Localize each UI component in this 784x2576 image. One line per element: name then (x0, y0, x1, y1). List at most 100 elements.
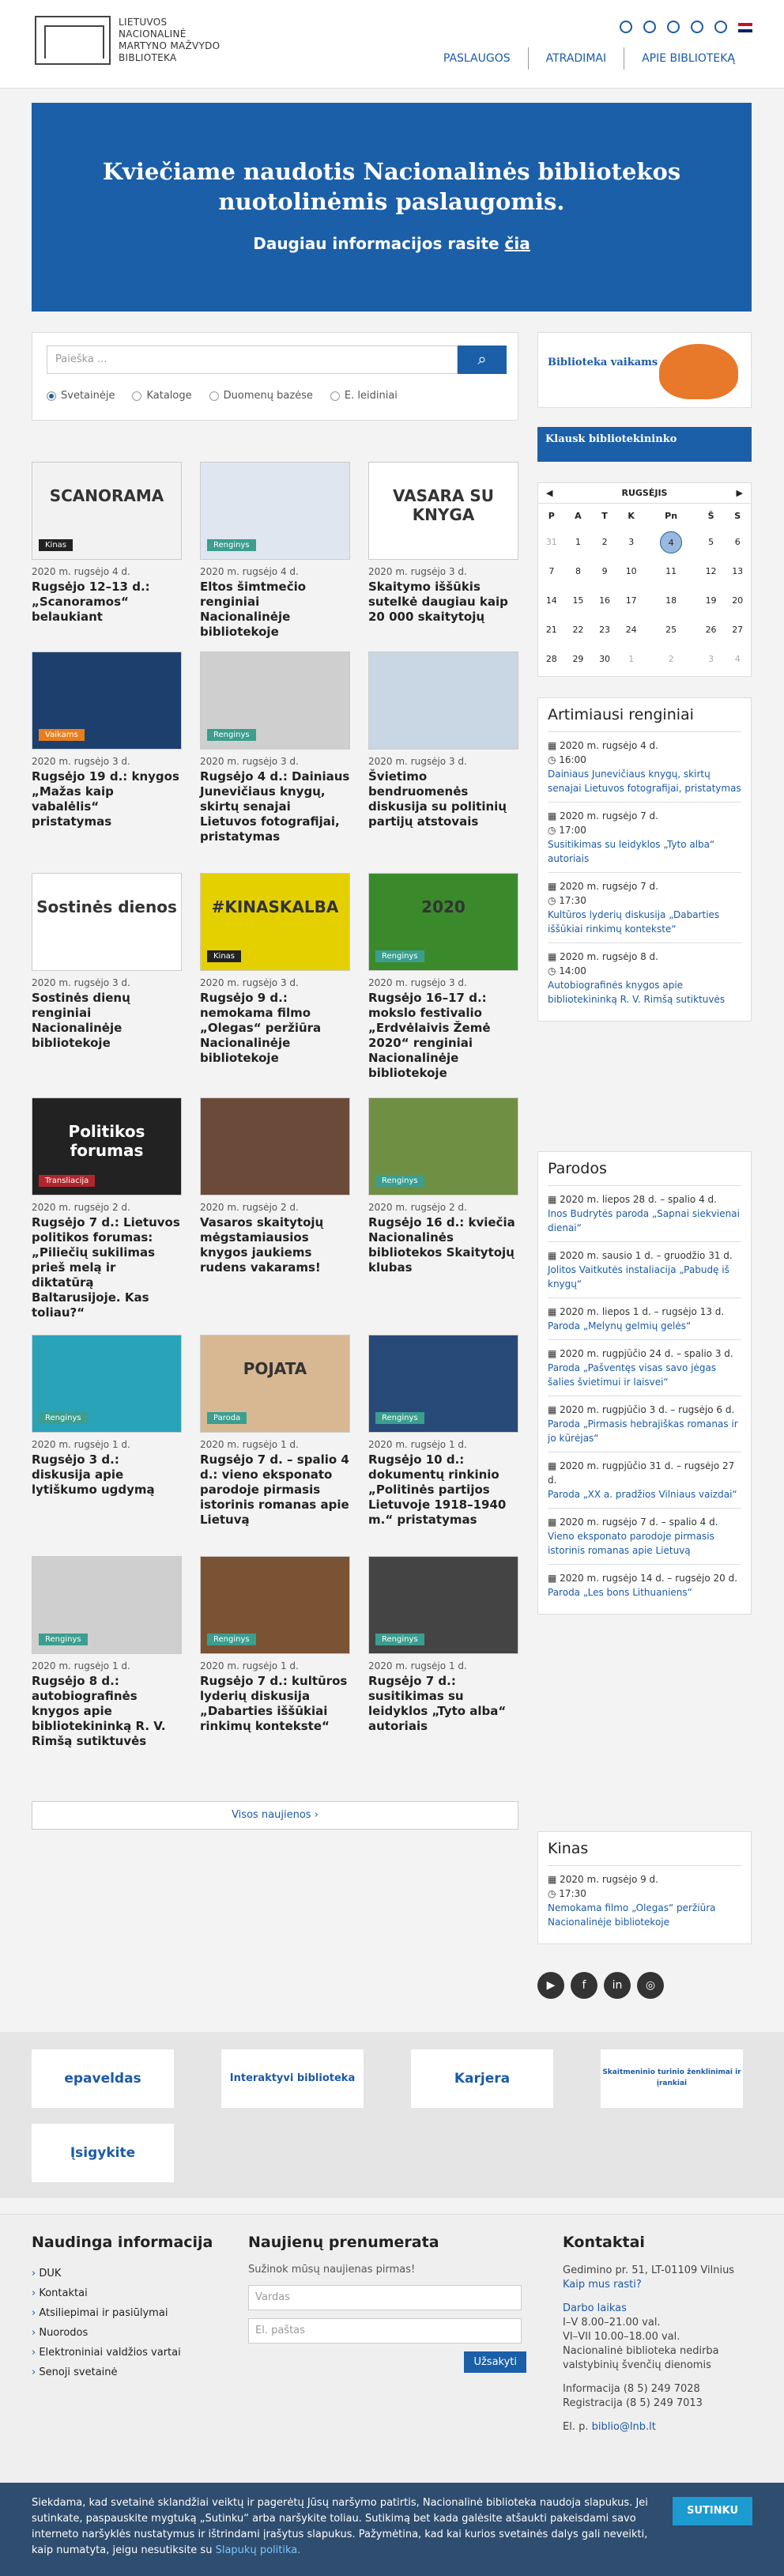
all-news-link[interactable]: Visos naujienos › (32, 1801, 518, 1830)
news-card[interactable]: Renginys 2020 m. rugsėjo 4 d. Eltos šimtme… (200, 462, 350, 640)
partner-digital-tools[interactable]: Skaitmeninio turinio ženklinimai ir įran… (601, 2049, 743, 2108)
news-title[interactable]: Skaitymo iššūkis sutelkė daugiau kaip 20… (368, 580, 518, 625)
news-thumbnail[interactable] (368, 652, 518, 750)
calendar-day[interactable]: 21 (538, 615, 565, 644)
partner-epaveldas[interactable]: epaveldas (32, 2049, 174, 2108)
news-title[interactable]: Eltos šimtmečio renginiai Nacionalinėje … (200, 580, 350, 640)
subscribe-button[interactable]: Užsakyti (464, 2351, 526, 2373)
hero-banner[interactable]: Kviečiame naudotis Nacionalinės bibliote… (32, 103, 752, 312)
email-link[interactable]: biblio@lnb.lt (592, 2421, 656, 2433)
news-thumbnail[interactable]: Sostinės dienos (32, 873, 182, 971)
footer-link-old-site[interactable]: Senoji svetainė (32, 2363, 229, 2382)
calendar-day[interactable]: 3 (618, 527, 645, 557)
news-thumbnail[interactable]: SCANORAMA Kinas (32, 462, 182, 560)
exhibition-link[interactable]: Paroda „Melynų gelmių gelės“ (548, 1319, 741, 1333)
event-link[interactable]: Susitikimas su leidyklos „Tyto alba“ aut… (548, 837, 741, 866)
news-thumbnail[interactable]: Renginys (32, 1335, 182, 1433)
scope-epublications[interactable]: E. leidiniai (330, 390, 398, 402)
calendar-day[interactable]: 17 (618, 586, 645, 615)
news-card[interactable]: 2020 m. rugsėjo 2 d. Vasaros skaitytojų m… (200, 1097, 350, 1275)
calendar-day[interactable]: 29 (565, 644, 592, 674)
calendar-day[interactable]: 30 (591, 644, 618, 674)
news-title[interactable]: Rugsėjo 9 d.: nemokama filmo „Olegas“ pe… (200, 991, 350, 1066)
news-thumbnail[interactable]: Renginys (200, 462, 350, 560)
news-thumbnail[interactable]: Politikos forumas Transliacija (32, 1097, 182, 1195)
news-title[interactable]: Rugsėjo 16 d.: kviečia Nacionalinės bibl… (368, 1215, 518, 1275)
scope-catalog[interactable]: Kataloge (132, 390, 192, 402)
news-thumbnail[interactable] (200, 1097, 350, 1195)
search-button[interactable]: ⌕ (458, 346, 507, 374)
calendar-day[interactable]: 15 (565, 586, 592, 615)
newsletter-email-input[interactable]: El. paštas (248, 2318, 522, 2344)
news-card[interactable]: Renginys 2020 m. rugsėjo 1 d. Rugsėjo 7 d.… (368, 1556, 518, 1734)
calendar-day[interactable]: 27 (724, 615, 751, 644)
news-thumbnail[interactable]: #KINASKALBA Kinas (200, 873, 350, 971)
calendar-day[interactable]: 31 (538, 527, 565, 557)
footer-link-faq[interactable]: DUK (32, 2264, 229, 2283)
news-title[interactable]: Vasaros skaitytojų mėgstamiausios knygos… (200, 1215, 350, 1275)
exhibition-link[interactable]: Vieno eksponato parodoje pirmasis istori… (548, 1529, 741, 1558)
calendar-day[interactable]: 5 (698, 527, 725, 557)
news-title[interactable]: Rugsėjo 12–13 d.: „Scanoramos“ belaukian… (32, 580, 182, 625)
partner-interactive-library[interactable]: Interaktyvi biblioteka (221, 2049, 364, 2108)
cookie-accept-button[interactable]: SUTINKU (673, 2497, 752, 2525)
kids-library-banner[interactable]: Biblioteka vaikams (537, 332, 752, 408)
instagram-icon[interactable]: ◎ (637, 1972, 664, 1999)
calendar-day[interactable]: 2 (645, 644, 698, 674)
exhibition-link[interactable]: Jolitos Vaitkutės instaliacija „Pabudę i… (548, 1263, 741, 1291)
news-thumbnail[interactable]: Renginys (368, 1335, 518, 1433)
news-title[interactable]: Rugsėjo 4 d.: Dainiaus Junevičiaus knygų… (200, 769, 350, 844)
news-card[interactable]: Renginys 2020 m. rugsėjo 1 d. Rugsėjo 3 d.… (32, 1335, 182, 1498)
calendar-day[interactable]: 10 (618, 557, 645, 586)
event-link[interactable]: Dainiaus Junevičiaus knygų, skirtų senaj… (548, 767, 741, 795)
english-flag-icon[interactable] (738, 23, 752, 32)
news-card[interactable]: #KINASKALBA Kinas 2020 m. rugsėjo 3 d. Rugs… (200, 873, 350, 1066)
news-title[interactable]: Rugsėjo 7 d.: susitikimas su leidyklos „… (368, 1674, 518, 1734)
news-card[interactable]: Sostinės dienos 2020 m. rugsėjo 3 d. Sosti… (32, 873, 182, 1051)
calendar-day[interactable]: 2 (591, 527, 618, 557)
calendar-day[interactable]: 26 (698, 615, 725, 644)
news-title[interactable]: Rugsėjo 8 d.: autobiografinės knygos api… (32, 1674, 182, 1749)
clock-icon[interactable] (643, 21, 656, 33)
news-title[interactable]: Švietimo bendruomenės diskusija su polit… (368, 769, 518, 829)
news-card[interactable]: VASARA SU KNYGA 2020 m. rugsėjo 3 d. Skait… (368, 462, 518, 625)
news-title[interactable]: Rugsėjo 7 d.: Lietuvos politikos forumas… (32, 1215, 182, 1320)
exhibition-link[interactable]: Inos Budrytės paroda „Sapnai siekvienai … (548, 1207, 741, 1235)
partner-career[interactable]: Karjera (411, 2049, 553, 2108)
scope-databases[interactable]: Duomenų bazėse (209, 390, 313, 402)
news-thumbnail[interactable]: Renginys (200, 1556, 350, 1654)
cinema-link[interactable]: Nemokama filmo „Olegas“ peržiūra Naciona… (548, 1901, 741, 1929)
news-card[interactable]: 2020 Renginys 2020 m. rugsėjo 3 d. Rugsėjo … (368, 873, 518, 1081)
newsletter-name-input[interactable]: Vardas (248, 2285, 522, 2310)
news-card[interactable]: Politikos forumas Transliacija 2020 m. rug… (32, 1097, 182, 1320)
sitemap-icon[interactable] (691, 21, 703, 33)
calendar-day[interactable]: 6 (724, 527, 751, 557)
news-title[interactable]: Sostinės dienų renginiai Nacionalinėje b… (32, 991, 182, 1051)
news-thumbnail[interactable]: Renginys (32, 1556, 182, 1654)
calendar-day[interactable]: 4 (645, 527, 698, 557)
cookie-policy-link[interactable]: Slapukų politika. (216, 2544, 301, 2556)
hero-link[interactable]: čia (505, 234, 530, 253)
news-title[interactable]: Rugsėjo 7 d. – spalio 4 d.: vieno ekspon… (200, 1452, 350, 1528)
facebook-icon[interactable]: f (571, 1972, 597, 1999)
search-input[interactable]: Paieška ... (47, 346, 458, 374)
news-card[interactable]: POJATA Paroda 2020 m. rugsėjo 1 d. Rugsėjo … (200, 1335, 350, 1528)
route-link[interactable]: Kaip mus rasti? (563, 2279, 642, 2291)
news-thumbnail[interactable]: 2020 Renginys (368, 873, 518, 971)
next-month-icon[interactable]: ▶ (737, 488, 743, 498)
scope-site[interactable]: Svetainėje (47, 390, 115, 402)
exhibition-link[interactable]: Paroda „XX a. pradžios Vilniaus vaizdai“ (548, 1487, 741, 1501)
news-thumbnail[interactable]: Renginys (368, 1556, 518, 1654)
calendar-day[interactable]: 20 (724, 586, 751, 615)
news-card[interactable]: SCANORAMA Kinas 2020 m. rugsėjo 4 d. Rugsėj… (32, 462, 182, 625)
accessibility-icon[interactable] (714, 21, 727, 33)
news-title[interactable]: Rugsėjo 7 d.: kultūros lyderių diskusija… (200, 1674, 350, 1734)
calendar-day[interactable]: 19 (698, 586, 725, 615)
news-card[interactable]: Renginys 2020 m. rugsėjo 2 d. Rugsėjo 16 d… (368, 1097, 518, 1275)
news-title[interactable]: Rugsėjo 16–17 d.: mokslo festivalio „Erd… (368, 991, 518, 1081)
news-thumbnail[interactable]: POJATA Paroda (200, 1335, 350, 1433)
news-thumbnail[interactable]: Vaikams (32, 652, 182, 750)
help-icon[interactable] (667, 21, 680, 33)
news-card[interactable]: Renginys 2020 m. rugsėjo 1 d. Rugsėjo 8 d.… (32, 1556, 182, 1749)
ask-librarian-banner[interactable]: Klausk bibliotekininko (537, 427, 752, 462)
